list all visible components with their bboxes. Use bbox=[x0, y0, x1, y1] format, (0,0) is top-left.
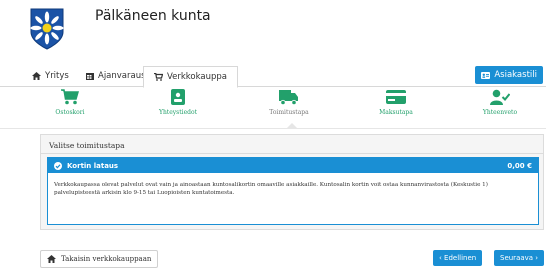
account-button-label: Asiakastili bbox=[494, 70, 537, 80]
tab-label: Yritys bbox=[45, 71, 69, 81]
home-icon bbox=[47, 255, 56, 263]
contact-card-icon bbox=[171, 89, 185, 105]
back-to-shop-button[interactable]: Takaisin verkkokauppaan bbox=[40, 250, 159, 268]
delivery-option-header[interactable]: Kortin lataus 0,00 € bbox=[48, 158, 538, 173]
user-check-icon bbox=[490, 89, 510, 105]
active-step-caret bbox=[286, 123, 298, 129]
org-name: Pälkäneen kunta bbox=[95, 8, 211, 24]
delivery-option-name: Kortin lataus bbox=[67, 161, 119, 170]
step-ostoskori[interactable]: Ostoskori bbox=[30, 88, 110, 116]
calendar-icon bbox=[86, 73, 94, 80]
check-circle-icon bbox=[54, 161, 62, 170]
step-label: Toimitustapa bbox=[269, 109, 309, 116]
header: Pälkäneen kunta bbox=[0, 0, 546, 62]
step-toimitustapa[interactable]: Toimitustapa bbox=[249, 88, 329, 116]
tab-label: Verkkokauppa bbox=[167, 72, 227, 82]
step-label: Yhteystiedot bbox=[158, 109, 197, 116]
account-button[interactable]: Asiakastili bbox=[475, 66, 543, 84]
previous-button[interactable]: ‹ Edellinen bbox=[433, 250, 483, 266]
step-yhteenveto[interactable]: Yhteenveto bbox=[460, 88, 540, 116]
checkout-steps: Ostoskori Yhteystiedot Toimitustapa Maks… bbox=[0, 88, 546, 124]
step-maksutapa[interactable]: Maksutapa bbox=[356, 88, 436, 116]
tab-yritys[interactable]: Yritys bbox=[32, 66, 69, 86]
delivery-option-price: 0,00 € bbox=[507, 161, 532, 170]
step-label: Yhteenveto bbox=[482, 109, 518, 116]
step-label: Maksutapa bbox=[379, 109, 413, 116]
tab-ajanvaraus[interactable]: Ajanvaraus bbox=[86, 66, 146, 86]
id-card-icon bbox=[481, 71, 491, 79]
home-icon bbox=[32, 72, 41, 80]
panel-divider bbox=[41, 153, 543, 154]
delivery-panel: Valitse toimitustapa Kortin lataus 0,00 … bbox=[40, 134, 544, 230]
top-navigation: Yritys Ajanvaraus Verkkokauppa bbox=[0, 66, 546, 88]
credit-card-icon bbox=[386, 90, 406, 104]
steps-divider bbox=[0, 128, 546, 129]
back-button-label: Takaisin verkkokauppaan bbox=[61, 255, 152, 263]
tab-verkkokauppa[interactable]: Verkkokauppa bbox=[143, 66, 238, 88]
tab-label: Ajanvaraus bbox=[98, 71, 146, 81]
cart-icon bbox=[61, 89, 79, 105]
coat-of-arms-logo bbox=[30, 8, 64, 50]
panel-title: Valitse toimitustapa bbox=[49, 141, 125, 150]
step-yhteystiedot[interactable]: Yhteystiedot bbox=[138, 88, 218, 116]
truck-icon bbox=[279, 89, 298, 105]
cart-icon bbox=[154, 73, 163, 81]
delivery-option[interactable]: Kortin lataus 0,00 € Verkkokaupassa olev… bbox=[47, 157, 539, 225]
step-label: Ostoskori bbox=[55, 109, 85, 116]
delivery-option-description: Verkkokaupassa olevat palvelut ovat vain… bbox=[54, 182, 488, 196]
next-button[interactable]: Seuraava › bbox=[494, 250, 545, 266]
